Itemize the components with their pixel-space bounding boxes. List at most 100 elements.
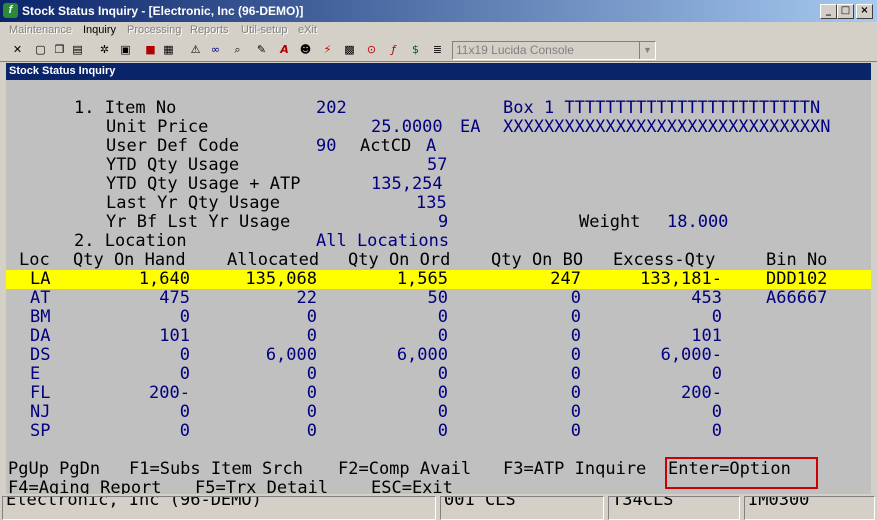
cell-allocated: 0 bbox=[306, 402, 317, 422]
col-header-qty-on-ord: Qty On Ord bbox=[348, 250, 451, 270]
chevron-down-icon[interactable]: ▼ bbox=[639, 42, 655, 59]
cell-qty-on-hand: 0 bbox=[179, 364, 190, 384]
menu-util-setup[interactable]: Util-setup bbox=[241, 24, 287, 36]
font-selector-value: 11x19 Lucida Console bbox=[456, 43, 574, 57]
unit-price-value: 25.0000 bbox=[371, 117, 443, 137]
cell-qty-on-hand: 0 bbox=[179, 402, 190, 422]
stop-icon[interactable]: ■ bbox=[143, 42, 158, 57]
col-header-loc: Loc bbox=[19, 250, 50, 270]
menu-inquiry[interactable]: Inquiry bbox=[83, 24, 116, 36]
col-header-allocated: Allocated bbox=[227, 250, 320, 270]
weight-label: Weight bbox=[579, 212, 641, 232]
box1-text: Box 1 TTTTTTTTTTTTTTTTTTTTTTTTN bbox=[503, 98, 821, 118]
dollar-icon[interactable]: $ bbox=[408, 42, 423, 57]
paste-icon[interactable]: ▤ bbox=[70, 42, 85, 57]
menu-processing[interactable]: Processing bbox=[127, 24, 181, 36]
item-no-label[interactable]: 1. Item No bbox=[74, 99, 176, 118]
cell-allocated: 135,068 bbox=[245, 269, 317, 289]
actcd-label: ActCD bbox=[360, 136, 412, 156]
settings-icon[interactable]: ✲ bbox=[97, 42, 112, 57]
key-f1[interactable]: F1=Subs Item Srch bbox=[129, 460, 303, 479]
lightning-icon[interactable]: ⚡ bbox=[320, 42, 335, 57]
weight-value: 18.000 bbox=[667, 212, 729, 232]
cell-qty-on-hand: 0 bbox=[179, 307, 190, 327]
user-def-label: User Def Code bbox=[106, 136, 240, 156]
col-header-qty-on-hand: Qty On Hand bbox=[73, 250, 186, 270]
menu-exit[interactable]: eXit bbox=[298, 24, 317, 36]
font-icon[interactable]: A bbox=[277, 42, 292, 57]
cell-qty-on-ord: 0 bbox=[437, 326, 448, 346]
key-f3[interactable]: F3=ATP Inquire bbox=[503, 460, 646, 479]
cell-excess-qty: 101 bbox=[691, 326, 722, 346]
last-yr-label: Last Yr Qty Usage bbox=[106, 193, 280, 213]
cell-qty-on-bo: 0 bbox=[570, 383, 581, 403]
cell-qty-on-bo: 0 bbox=[570, 402, 581, 422]
status-code2: T34CLS bbox=[608, 496, 740, 520]
cell-qty-on-ord: 6,000 bbox=[396, 345, 448, 365]
link-icon[interactable]: ⊙ bbox=[364, 42, 379, 57]
status-code3-text: IM0300 bbox=[748, 496, 810, 510]
cell-qty-on-bo: 0 bbox=[570, 364, 581, 384]
select-icon[interactable]: ✕ bbox=[10, 42, 25, 57]
cell-excess-qty: 0 bbox=[711, 402, 722, 422]
cell-loc[interactable]: SP bbox=[30, 422, 50, 441]
status-company-text: Electronic, Inc (96-DEMO) bbox=[6, 496, 262, 510]
status-code3: IM0300 bbox=[744, 496, 875, 520]
cell-excess-qty: 0 bbox=[711, 421, 722, 441]
cell-loc[interactable]: FL bbox=[30, 384, 50, 403]
box-icon[interactable]: ▢ bbox=[33, 42, 48, 57]
cell-loc[interactable]: NJ bbox=[30, 403, 50, 422]
menu-maintenance[interactable]: Maintenance bbox=[9, 24, 72, 36]
cell-allocated: 22 bbox=[296, 288, 317, 308]
toolbar: ✕ ▢ ❐ ▤ ✲ ▣ ■ ▦ ⚠ ∞ ⌕ ✎ A ☻ ⚡ ▩ ⊙ ƒ $ ≣ … bbox=[0, 39, 877, 62]
location-label[interactable]: 2. Location bbox=[74, 232, 187, 251]
cell-qty-on-bo: 0 bbox=[570, 326, 581, 346]
cell-loc[interactable]: DA bbox=[30, 327, 50, 346]
yr-bf-label: Yr Bf Lst Yr Usage bbox=[106, 212, 291, 232]
console-screen: 1. Item No 202 Box 1 TTTTTTTTTTTTTTTTTTT… bbox=[6, 80, 871, 498]
fx-icon[interactable]: ƒ bbox=[386, 42, 401, 57]
minimize-button[interactable]: _ bbox=[820, 4, 837, 19]
print-icon[interactable]: ▣ bbox=[118, 42, 133, 57]
cell-qty-on-ord: 0 bbox=[437, 402, 448, 422]
cell-qty-on-hand: 0 bbox=[179, 345, 190, 365]
status-code1-text: 001 CLS bbox=[444, 496, 516, 510]
child-window-title: Stock Status Inquiry bbox=[9, 65, 116, 77]
cell-loc[interactable]: AT bbox=[30, 289, 50, 308]
cell-allocated: 0 bbox=[306, 383, 317, 403]
status-bar: Electronic, Inc (96-DEMO) 001 CLS T34CLS… bbox=[0, 494, 877, 520]
app-icon: f bbox=[3, 3, 18, 18]
cell-qty-on-ord: 50 bbox=[427, 288, 448, 308]
cell-loc[interactable]: BM bbox=[30, 308, 50, 327]
font-selector[interactable]: 11x19 Lucida Console ▼ bbox=[452, 41, 656, 60]
find-icon[interactable]: ⌕ bbox=[230, 42, 245, 57]
col-header-bin-no: Bin No bbox=[766, 250, 828, 270]
box2-text: XXXXXXXXXXXXXXXXXXXXXXXXXXXXXXXN bbox=[503, 117, 831, 137]
key-f2[interactable]: F2=Comp Avail bbox=[338, 460, 471, 479]
menu-bar: Maintenance Inquiry Processing Reports U… bbox=[0, 22, 877, 39]
maximize-button[interactable]: □ bbox=[837, 4, 854, 19]
menu-reports[interactable]: Reports bbox=[190, 24, 229, 36]
cell-excess-qty: 0 bbox=[711, 364, 722, 384]
cell-excess-qty: 6,000- bbox=[660, 345, 722, 365]
window-title: Stock Status Inquiry - [Electronic, Inc … bbox=[22, 4, 304, 18]
image-icon[interactable]: ▦ bbox=[161, 42, 176, 57]
cell-qty-on-bo: 0 bbox=[570, 345, 581, 365]
ytd-usage-label: YTD Qty Usage bbox=[106, 155, 240, 175]
copy-icon[interactable]: ❐ bbox=[52, 42, 67, 57]
warning-icon[interactable]: ⚠ bbox=[188, 42, 203, 57]
close-button[interactable]: × bbox=[856, 4, 873, 19]
cell-qty-on-bo: 0 bbox=[570, 307, 581, 327]
cell-loc[interactable]: LA bbox=[30, 270, 50, 289]
location-value: All Locations bbox=[316, 231, 450, 251]
pencil-icon[interactable]: ✎ bbox=[254, 42, 269, 57]
binoculars-icon[interactable]: ∞ bbox=[208, 42, 223, 57]
calc-icon[interactable]: ▩ bbox=[342, 42, 357, 57]
cell-excess-qty: 0 bbox=[711, 307, 722, 327]
person-icon[interactable]: ☻ bbox=[298, 42, 313, 57]
ytd-usage-value: 57 bbox=[427, 155, 448, 175]
cell-loc[interactable]: DS bbox=[30, 346, 50, 365]
cell-loc[interactable]: E bbox=[30, 365, 40, 384]
actcd-value: A bbox=[426, 136, 437, 156]
key-pgup-pgdn[interactable]: PgUp PgDn bbox=[8, 460, 100, 479]
